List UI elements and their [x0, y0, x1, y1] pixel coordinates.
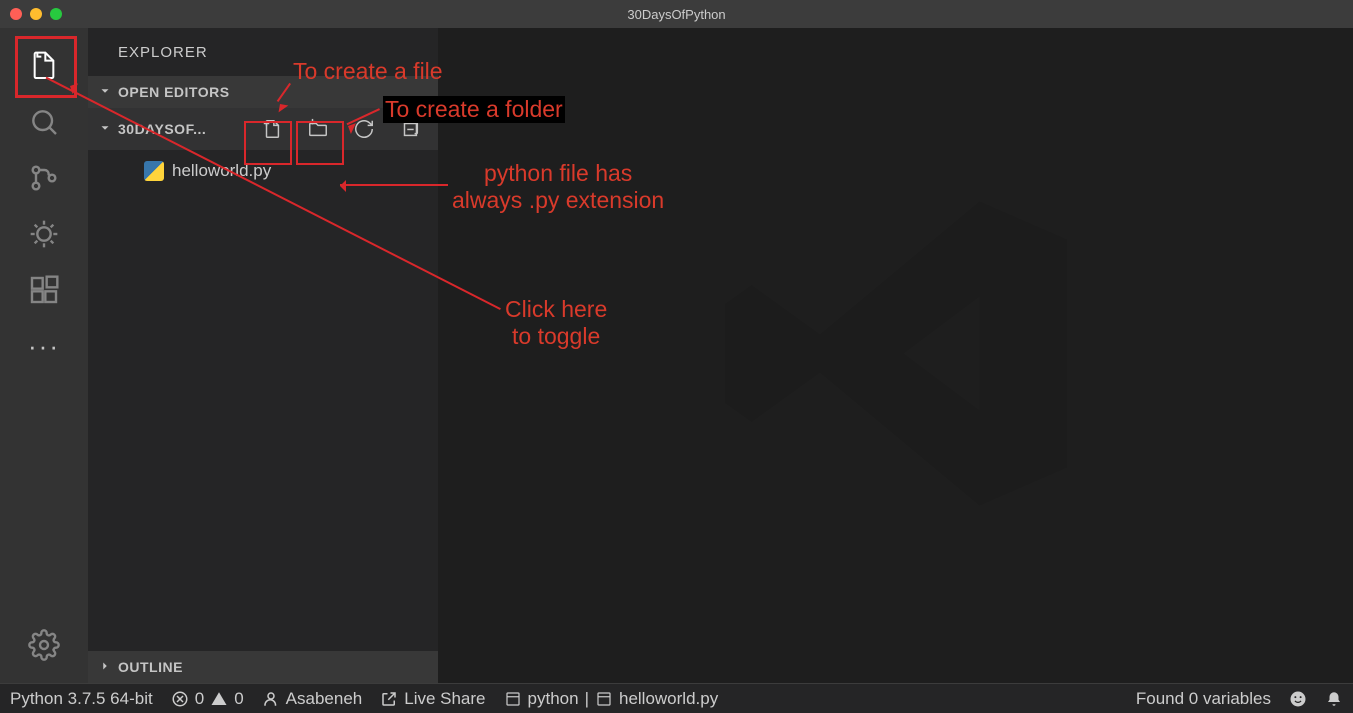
more-icon[interactable]: ··· — [16, 318, 72, 374]
chevron-down-icon — [98, 121, 112, 138]
explorer-icon[interactable] — [16, 38, 72, 94]
window-close-icon[interactable] — [10, 8, 22, 20]
chevron-down-icon — [98, 84, 112, 101]
file-name: helloworld.py — [172, 161, 271, 181]
window-fullscreen-icon[interactable] — [50, 8, 62, 20]
new-file-button[interactable] — [250, 111, 294, 147]
activity-bar: ··· — [0, 28, 88, 683]
vscode-watermark-icon — [706, 163, 1086, 548]
open-editors-header[interactable]: OPEN EDITORS — [88, 76, 438, 108]
outline-header[interactable]: OUTLINE — [88, 651, 438, 683]
window-minimize-icon[interactable] — [30, 8, 42, 20]
python-file-icon — [144, 161, 164, 181]
explorer-sidebar: EXPLORER OPEN EDITORS 30DAYSOF... — [88, 28, 438, 683]
status-live-share[interactable]: Live Share — [380, 689, 485, 709]
status-problems[interactable]: 0 0 — [171, 689, 244, 709]
status-bell-icon[interactable] — [1325, 690, 1343, 708]
body: ··· EXPLORER OPEN EDITORS 30DAYSOF... — [0, 28, 1353, 683]
settings-icon[interactable] — [16, 617, 72, 673]
window-title: 30DaysOfPython — [627, 7, 725, 22]
title-bar: 30DaysOfPython — [0, 0, 1353, 28]
outline-label: OUTLINE — [118, 659, 183, 675]
folder-actions — [250, 111, 432, 147]
app-window: 30DaysOfPython ··· — [0, 0, 1353, 713]
status-environment[interactable]: python | helloworld.py — [504, 689, 719, 709]
search-icon[interactable] — [16, 94, 72, 150]
new-folder-button[interactable] — [296, 111, 340, 147]
file-item[interactable]: helloworld.py — [88, 156, 438, 186]
folder-label: 30DAYSOF... — [118, 121, 206, 137]
file-tree: helloworld.py — [88, 150, 438, 186]
status-python-version[interactable]: Python 3.7.5 64-bit — [10, 689, 153, 709]
open-editors-label: OPEN EDITORS — [118, 84, 230, 100]
extensions-icon[interactable] — [16, 262, 72, 318]
explorer-title: EXPLORER — [88, 28, 438, 76]
folder-header[interactable]: 30DAYSOF... — [88, 108, 438, 150]
window-controls — [10, 8, 62, 20]
status-account[interactable]: Asabeneh — [262, 689, 363, 709]
collapse-all-button[interactable] — [388, 111, 432, 147]
refresh-button[interactable] — [342, 111, 386, 147]
source-control-icon[interactable] — [16, 150, 72, 206]
editor-area — [438, 28, 1353, 683]
status-bar: Python 3.7.5 64-bit 0 0 Asabeneh Live Sh… — [0, 683, 1353, 713]
status-feedback-icon[interactable] — [1289, 690, 1307, 708]
chevron-right-icon — [98, 659, 112, 676]
status-variables[interactable]: Found 0 variables — [1136, 689, 1271, 709]
debug-icon[interactable] — [16, 206, 72, 262]
